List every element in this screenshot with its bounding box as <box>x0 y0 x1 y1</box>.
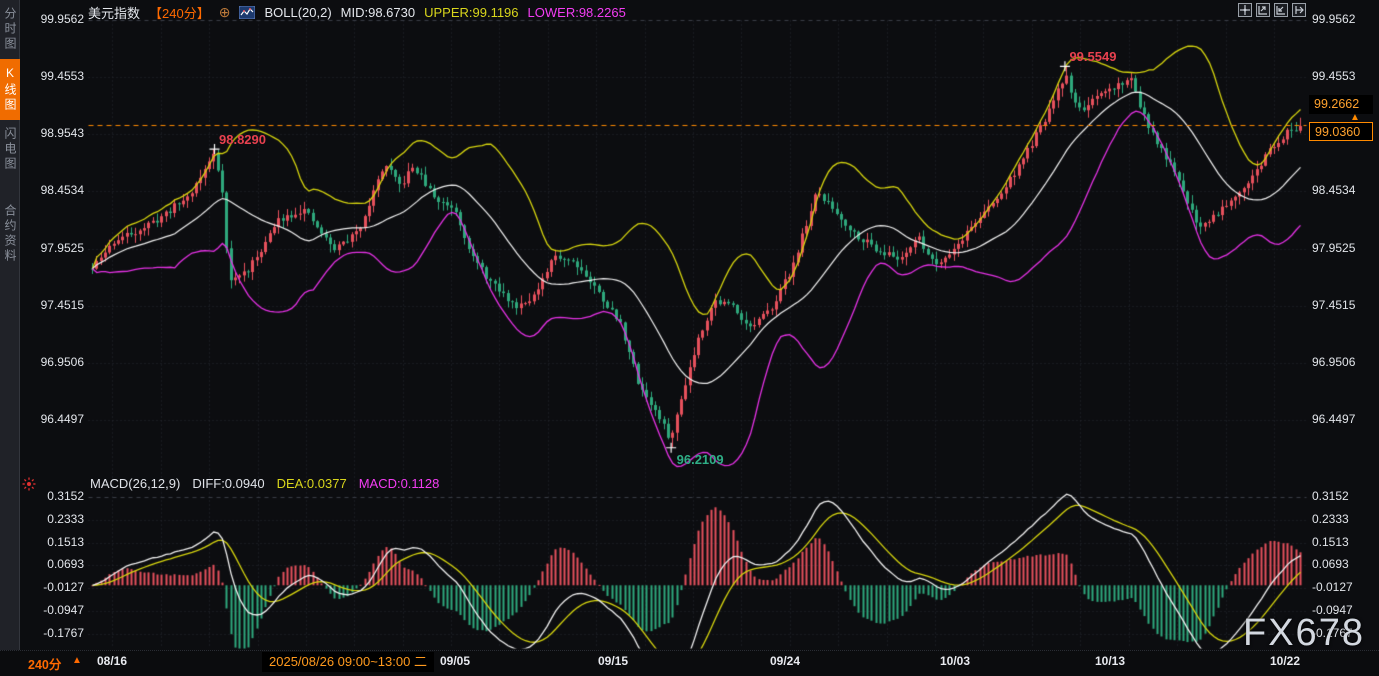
high-price-annotation: 98.8290 <box>219 132 266 147</box>
high-price-annotation: 99.5549 <box>1069 49 1116 64</box>
main-y-label-right: 97.4515 <box>1312 298 1378 312</box>
circle-plus-icon[interactable]: ⊕ <box>219 4 231 21</box>
selected-candle-time: 2025/08/26 09:00~13:00 二 <box>262 652 434 672</box>
main-y-label-right: 99.9562 <box>1312 12 1378 26</box>
x-axis-label: 10/22 <box>1270 654 1300 668</box>
macd-y-label-right: -0.0127 <box>1312 580 1378 594</box>
sidebar-tab-2[interactable]: K线图 <box>0 59 20 120</box>
macd-y-label-left: 0.2333 <box>20 512 84 526</box>
main-y-label-left: 96.4497 <box>20 412 84 426</box>
x-axis-label: 08/16 <box>97 654 127 668</box>
price-up-arrow-icon: ▲ <box>1350 112 1360 123</box>
sidebar-tab-4[interactable]: 合约资料 <box>0 197 20 271</box>
main-y-label-left: 97.9525 <box>20 241 84 255</box>
macd-y-label-left: 0.3152 <box>20 489 84 503</box>
macd-header: MACD(26,12,9) DIFF:0.0940 DEA:0.0377 MAC… <box>90 476 439 491</box>
red-sun-settings-icon[interactable] <box>22 477 36 491</box>
symbol-title: 美元指数 <box>88 3 140 22</box>
period-label[interactable]: 【240分】 <box>149 3 210 22</box>
main-y-label-left: 96.9506 <box>20 355 84 369</box>
main-y-label-right: 96.9506 <box>1312 355 1378 369</box>
main-y-label-left: 97.4515 <box>20 298 84 312</box>
pan-right-icon[interactable] <box>1292 3 1306 17</box>
boll-mid-value: MID:98.6730 <box>341 5 415 20</box>
boll-lower-value: LOWER:98.2265 <box>528 5 626 20</box>
macd-y-label-right: 0.0693 <box>1312 557 1378 571</box>
period-selector[interactable]: 240分 <box>28 654 61 673</box>
mini-line-chart-icon[interactable] <box>239 6 255 19</box>
chart-toolbar <box>1238 3 1306 17</box>
macd-y-label-left: -0.0947 <box>20 603 84 617</box>
chart-application: { "app": { "watermark": "FX678" }, "side… <box>0 0 1379 676</box>
main-y-label-left: 98.4534 <box>20 183 84 197</box>
x-axis-label: 09/24 <box>770 654 800 668</box>
macd-dea-value: DEA:0.0377 <box>277 476 347 491</box>
move-crosshair-icon[interactable] <box>1238 3 1252 17</box>
macd-label: MACD(26,12,9) <box>90 476 180 491</box>
macd-y-label-left: 0.0693 <box>20 557 84 571</box>
main-y-label-left: 99.9562 <box>20 12 84 26</box>
boll-upper-value: UPPER:99.1196 <box>424 5 518 20</box>
current-price-tag: 99.0360 <box>1309 122 1373 141</box>
main-y-label-right: 97.9525 <box>1312 241 1378 255</box>
macd-y-label-right: 0.3152 <box>1312 489 1378 503</box>
watermark: FX678 <box>1243 612 1365 655</box>
boll-label: BOLL(20,2) <box>264 5 331 20</box>
sidebar-tab-1[interactable]: 分时图 <box>0 0 20 59</box>
x-axis-label: 10/13 <box>1095 654 1125 668</box>
x-axis-label: 09/15 <box>598 654 628 668</box>
macd-y-label-left: 0.1513 <box>20 535 84 549</box>
left-sidebar: 分时图K线图闪电图合约资料 <box>0 0 20 650</box>
low-price-annotation: 96.2109 <box>677 452 724 467</box>
main-y-label-right: 98.4534 <box>1312 183 1378 197</box>
x-axis-label: 10/03 <box>940 654 970 668</box>
x-axis-label: 09/05 <box>440 654 470 668</box>
macd-y-label-left: -0.0127 <box>20 580 84 594</box>
macd-y-label-right: 0.1513 <box>1312 535 1378 549</box>
chart-header: 美元指数 【240分】 ⊕ BOLL(20,2) MID:98.6730 UPP… <box>88 3 626 21</box>
main-y-label-left: 99.4553 <box>20 69 84 83</box>
zoom-in-axis-icon[interactable] <box>1256 3 1270 17</box>
macd-macd-value: MACD:0.1128 <box>359 476 440 491</box>
macd-y-label-right: 0.2333 <box>1312 512 1378 526</box>
main-y-label-right: 99.4553 <box>1312 69 1378 83</box>
main-y-label-left: 98.9543 <box>20 126 84 140</box>
macd-y-label-left: -0.1767 <box>20 626 84 640</box>
upper-price-tag: 99.2662 <box>1309 95 1373 114</box>
macd-diff-value: DIFF:0.0940 <box>192 476 264 491</box>
time-axis-bar <box>0 650 1379 676</box>
zoom-out-axis-icon[interactable] <box>1274 3 1288 17</box>
sidebar-tab-3[interactable]: 闪电图 <box>0 120 20 179</box>
main-y-label-right: 96.4497 <box>1312 412 1378 426</box>
price-chart-canvas[interactable] <box>0 0 1379 676</box>
period-up-arrow-icon: ▲ <box>72 655 82 666</box>
